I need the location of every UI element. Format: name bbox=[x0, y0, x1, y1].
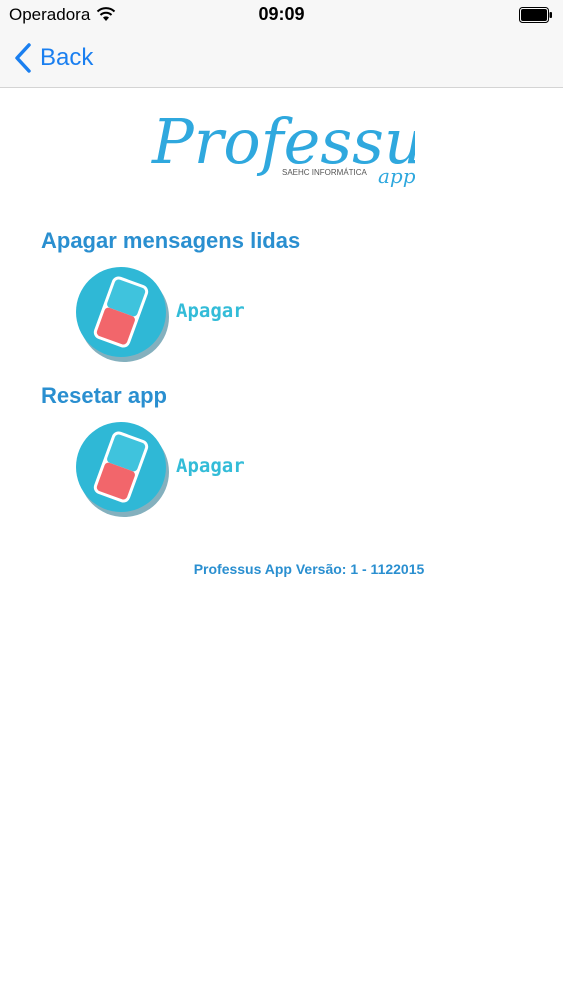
chevron-left-icon bbox=[15, 43, 31, 73]
app-version-text: Professus App Versão: 1 - 1122015 bbox=[193, 561, 425, 577]
professus-logo: Professus app SAEHC INFORMÁTICA bbox=[151, 105, 415, 188]
screen: Operadora 09:09 Back Professus app SAEHC… bbox=[0, 0, 563, 1000]
logo-tagline: SAEHC INFORMÁTICA bbox=[282, 168, 368, 177]
delete-read-messages-button[interactable]: Apagar bbox=[74, 265, 259, 363]
reset-app-button[interactable]: Apagar bbox=[74, 420, 259, 518]
reset-app-label: Apagar bbox=[176, 455, 245, 477]
navigation-bar: Back bbox=[0, 30, 563, 88]
delete-read-messages-label: Apagar bbox=[176, 300, 245, 322]
status-time: 09:09 bbox=[258, 4, 305, 24]
section-title-reset-app: Resetar app bbox=[41, 383, 167, 408]
eraser-icon bbox=[76, 422, 169, 517]
eraser-icon bbox=[76, 267, 169, 362]
battery-icon bbox=[519, 7, 552, 23]
back-label: Back bbox=[40, 44, 94, 71]
logo-suffix: app bbox=[378, 164, 415, 188]
status-bar: Operadora 09:09 bbox=[0, 0, 563, 30]
back-button[interactable]: Back bbox=[14, 41, 93, 75]
section-title-delete-read: Apagar mensagens lidas bbox=[41, 228, 301, 253]
